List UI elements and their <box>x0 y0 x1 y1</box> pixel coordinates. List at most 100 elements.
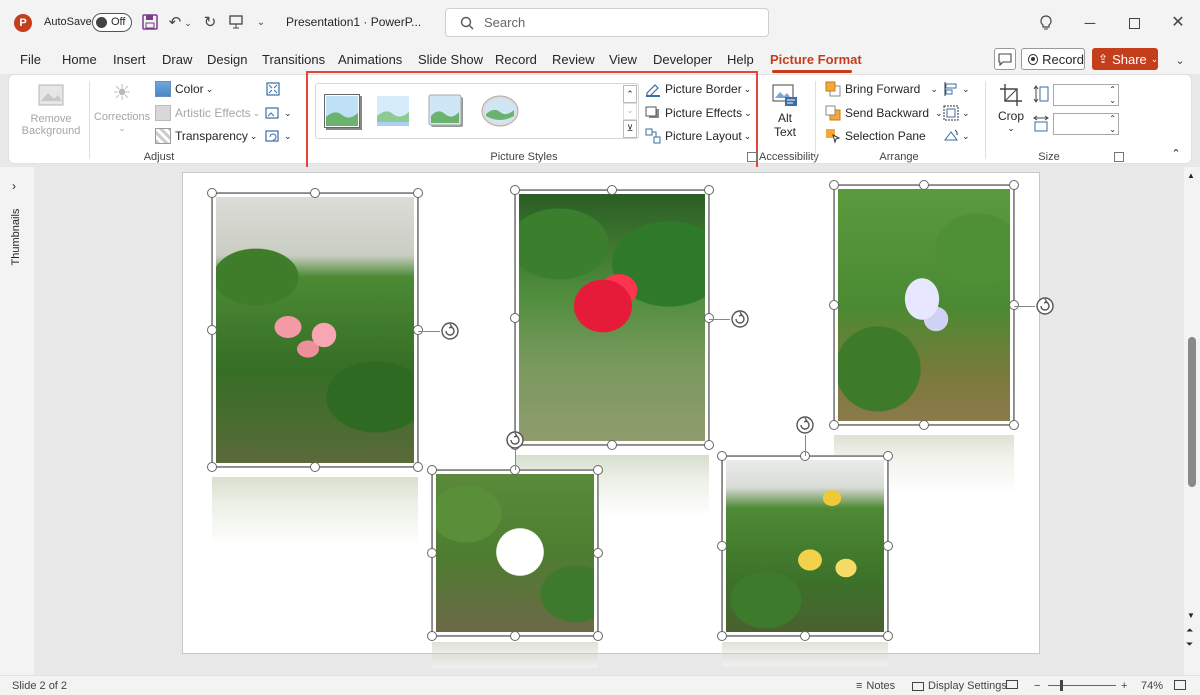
undo-icon[interactable]: ↶ <box>165 11 185 33</box>
resize-handle[interactable] <box>829 420 839 430</box>
resize-handle[interactable] <box>510 631 520 641</box>
resize-handle[interactable] <box>207 325 217 335</box>
scroll-thumb[interactable] <box>1188 337 1196 487</box>
resize-handle[interactable] <box>413 188 423 198</box>
corrections-button[interactable]: ☀ Corrections ⌄ <box>93 79 151 145</box>
tab-help[interactable]: Help <box>727 52 754 67</box>
resize-handle[interactable] <box>427 548 437 558</box>
crop-button[interactable]: Crop ⌄ <box>995 81 1027 147</box>
comments-button[interactable] <box>994 48 1016 70</box>
resize-handle[interactable] <box>829 300 839 310</box>
format-picture-launcher-icon[interactable] <box>747 152 757 162</box>
tab-review[interactable]: Review <box>552 52 595 67</box>
next-slide-icon[interactable]: ⏷ <box>1186 639 1193 650</box>
tab-picture-format[interactable]: Picture Format <box>770 52 862 67</box>
tab-insert[interactable]: Insert <box>113 52 146 67</box>
artistic-effects-button[interactable]: Artistic Effects ⌄ <box>155 105 260 121</box>
reset-picture-button[interactable]: ⌄ <box>265 128 292 144</box>
expand-thumbnails-icon[interactable]: › <box>12 179 16 193</box>
picture-layout-button[interactable]: Picture Layout ⌄ <box>645 128 751 144</box>
collapse-ribbon-icon[interactable]: ⌃ <box>1169 147 1183 161</box>
maximize-icon[interactable] <box>1122 12 1146 34</box>
gallery-more[interactable]: ⊻ <box>623 120 637 138</box>
bring-forward-button[interactable]: Bring Forward ⌄ <box>825 81 938 97</box>
zoom-out-icon[interactable]: − <box>1034 680 1040 692</box>
size-launcher-icon[interactable] <box>1114 152 1124 162</box>
picture-style-soft-edge[interactable] <box>376 94 410 128</box>
resize-handle[interactable] <box>883 451 893 461</box>
resize-handle[interactable] <box>593 631 603 641</box>
photo-white-gardenia[interactable] <box>432 470 598 668</box>
spin-up-icon[interactable]: ⌃ <box>1109 114 1116 123</box>
share-button[interactable]: ⇪ Share ⌄ <box>1092 48 1158 70</box>
photo-yellow-flowers[interactable] <box>722 456 888 666</box>
align-button[interactable]: ⌄ <box>943 81 970 97</box>
selection-pane-button[interactable]: Selection Pane <box>825 128 926 144</box>
resize-handle[interactable] <box>1009 420 1019 430</box>
resize-handle[interactable] <box>427 631 437 641</box>
resize-handle[interactable] <box>593 465 603 475</box>
zoom-slider-thumb[interactable] <box>1060 680 1063 691</box>
gallery-scroll-down[interactable]: ⌄ <box>623 103 637 120</box>
resize-handle[interactable] <box>717 451 727 461</box>
photo-pink-flowers[interactable] <box>212 193 418 545</box>
height-input[interactable]: ⌃ ⌄ <box>1053 84 1119 106</box>
spin-down-icon[interactable]: ⌄ <box>1109 125 1116 134</box>
picture-style-drop-shadow[interactable] <box>428 94 464 128</box>
display-settings-button[interactable]: Display Settings <box>912 680 1007 692</box>
spin-down-icon[interactable]: ⌄ <box>1109 96 1116 105</box>
customize-toolbar-icon[interactable]: ⌄ <box>254 13 268 31</box>
lightbulb-icon[interactable] <box>1036 12 1056 34</box>
resize-handle[interactable] <box>800 631 810 641</box>
resize-handle[interactable] <box>717 541 727 551</box>
tab-developer[interactable]: Developer <box>653 52 712 67</box>
change-picture-button[interactable]: ⌄ <box>265 105 292 121</box>
resize-handle[interactable] <box>883 631 893 641</box>
save-icon[interactable] <box>140 12 160 32</box>
tab-animations[interactable]: Animations <box>338 52 402 67</box>
tab-transitions[interactable]: Transitions <box>262 52 325 67</box>
normal-view-icon[interactable] <box>1006 680 1018 689</box>
width-input[interactable]: ⌃ ⌄ <box>1053 113 1119 135</box>
resize-handle[interactable] <box>593 548 603 558</box>
document-title[interactable]: Presentation1 · PowerP... <box>286 15 421 29</box>
picture-border-button[interactable]: Picture Border ⌄ <box>645 81 751 97</box>
close-icon[interactable]: ✕ <box>1166 11 1190 33</box>
rotate-handle-icon[interactable] <box>795 415 815 435</box>
resize-handle[interactable] <box>704 312 714 323</box>
resize-handle[interactable] <box>919 420 929 430</box>
rotate-handle-icon[interactable] <box>1035 296 1055 316</box>
fit-to-window-icon[interactable] <box>1174 680 1186 690</box>
picture-styles-gallery[interactable] <box>315 83 639 139</box>
photo-lavender-flowers[interactable] <box>834 185 1014 495</box>
resize-handle[interactable] <box>207 462 217 472</box>
zoom-level[interactable]: 74% <box>1141 680 1163 692</box>
send-backward-button[interactable]: Send Backward ⌄ <box>825 105 943 121</box>
scroll-up-icon[interactable]: ▲ <box>1187 171 1195 180</box>
minimize-icon[interactable]: ─ <box>1078 12 1102 34</box>
tab-design[interactable]: Design <box>207 52 247 67</box>
remove-background-button[interactable]: Remove Background <box>19 79 83 145</box>
resize-handle[interactable] <box>704 185 714 195</box>
present-icon[interactable] <box>226 12 246 32</box>
rotate-handle-icon[interactable] <box>505 430 525 450</box>
tab-slide-show[interactable]: Slide Show <box>418 52 483 67</box>
resize-handle[interactable] <box>207 188 217 198</box>
resize-handle[interactable] <box>607 185 617 195</box>
redo-icon[interactable]: ↻ <box>200 11 220 33</box>
resize-handle[interactable] <box>310 462 320 472</box>
previous-slide-icon[interactable]: ⏶ <box>1186 625 1193 636</box>
undo-dropdown-icon[interactable]: ⌄ <box>183 13 193 33</box>
resize-handle[interactable] <box>704 440 714 450</box>
ribbon-display-options-icon[interactable]: ⌄ <box>1170 50 1190 70</box>
notes-button[interactable]: ≡ Notes <box>856 680 895 692</box>
resize-handle[interactable] <box>310 188 320 198</box>
picture-style-oval[interactable] <box>480 94 520 128</box>
zoom-in-icon[interactable]: + <box>1121 680 1127 692</box>
spin-up-icon[interactable]: ⌃ <box>1109 85 1116 94</box>
search-box[interactable]: Search <box>445 8 769 37</box>
group-button[interactable]: ⌄ <box>943 105 970 121</box>
thumbnails-label[interactable]: Thumbnails <box>10 207 22 267</box>
resize-handle[interactable] <box>413 462 423 472</box>
gallery-scroll-up[interactable]: ⌃ <box>623 85 637 103</box>
